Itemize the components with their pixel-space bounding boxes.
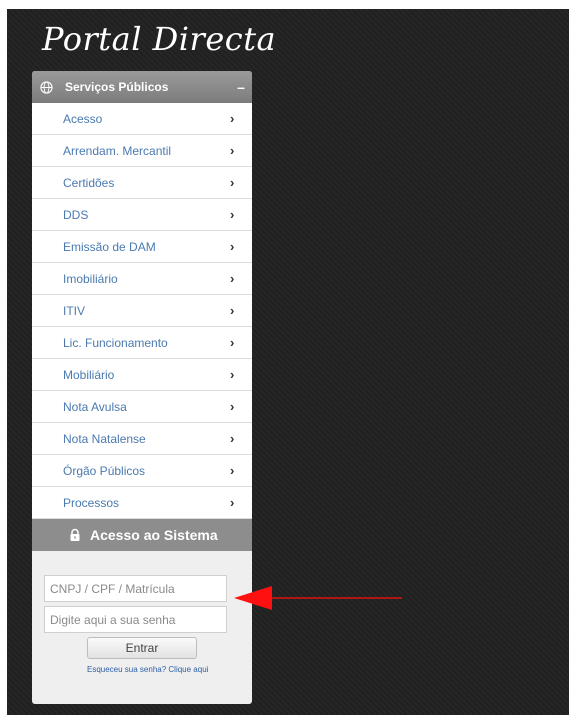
menu-item-mobiliario[interactable]: Mobiliário › — [32, 359, 252, 391]
access-system-title: Acesso ao Sistema — [90, 527, 218, 543]
forgot-password-link[interactable]: Esqueceu sua senha? Clique aqui — [87, 665, 252, 674]
services-header[interactable]: Serviços Públicos – — [32, 71, 252, 103]
chevron-right-icon: › — [230, 335, 235, 350]
chevron-right-icon: › — [230, 271, 235, 286]
menu-item-certidoes[interactable]: Certidões › — [32, 167, 252, 199]
globe-icon — [40, 80, 53, 94]
menu-item-label: Arrendam. Mercantil — [63, 143, 172, 158]
menu-item-dds[interactable]: DDS › — [32, 199, 252, 231]
menu-item-label: Mobiliário — [63, 367, 115, 382]
login-button[interactable]: Entrar — [87, 637, 197, 659]
menu-item-label: DDS — [63, 207, 89, 222]
services-panel: Serviços Públicos – Acesso › Arrendam. Me… — [32, 71, 252, 704]
menu-item-label: Acesso — [63, 111, 103, 126]
menu-item-processos[interactable]: Processos › — [32, 487, 252, 519]
menu-item-imobiliario[interactable]: Imobiliário › — [32, 263, 252, 295]
chevron-right-icon: › — [230, 367, 235, 382]
menu-item-orgao-publicos[interactable]: Órgão Públicos › — [32, 455, 252, 487]
access-system-header: Acesso ao Sistema — [32, 519, 252, 551]
menu-item-emissao-dam[interactable]: Emissão de DAM › — [32, 231, 252, 263]
menu-item-nota-natalense[interactable]: Nota Natalense › — [32, 423, 252, 455]
menu-item-label: Emissão de DAM — [63, 239, 156, 254]
menu-item-label: Certidões — [63, 175, 115, 190]
password-input[interactable] — [44, 606, 227, 633]
lock-icon — [70, 528, 80, 541]
user-id-input[interactable] — [44, 575, 227, 602]
chevron-right-icon: › — [230, 495, 235, 510]
chevron-right-icon: › — [230, 431, 235, 446]
menu-item-arrendam-mercantil[interactable]: Arrendam. Mercantil › — [32, 135, 252, 167]
chevron-right-icon: › — [230, 303, 235, 318]
chevron-right-icon: › — [230, 463, 235, 478]
menu-item-label: Processos — [63, 495, 120, 510]
menu-item-acesso[interactable]: Acesso › — [32, 103, 252, 135]
login-form: Entrar Esqueceu sua senha? Clique aqui — [32, 551, 252, 674]
menu-item-label: Nota Natalense — [63, 431, 146, 446]
menu-item-label: Lic. Funcionamento — [63, 335, 168, 350]
chevron-right-icon: › — [230, 399, 235, 414]
services-header-title: Serviços Públicos — [65, 80, 169, 94]
chevron-right-icon: › — [230, 207, 235, 222]
menu-item-label: Nota Avulsa — [63, 399, 127, 414]
menu-item-lic-funcionamento[interactable]: Lic. Funcionamento › — [32, 327, 252, 359]
menu-item-label: ITIV — [63, 303, 86, 318]
menu-item-label: Órgão Públicos — [63, 463, 146, 478]
services-menu: Acesso › Arrendam. Mercantil › Certidões › … — [32, 103, 252, 519]
chevron-right-icon: › — [230, 111, 235, 126]
site-logo: Portal Directa — [42, 20, 277, 58]
collapse-icon[interactable]: – — [230, 79, 252, 95]
chevron-right-icon: › — [230, 175, 235, 190]
menu-item-label: Imobiliário — [63, 271, 118, 286]
menu-item-nota-avulsa[interactable]: Nota Avulsa › — [32, 391, 252, 423]
chevron-right-icon: › — [230, 143, 235, 158]
menu-item-itiv[interactable]: ITIV › — [32, 295, 252, 327]
chevron-right-icon: › — [230, 239, 235, 254]
